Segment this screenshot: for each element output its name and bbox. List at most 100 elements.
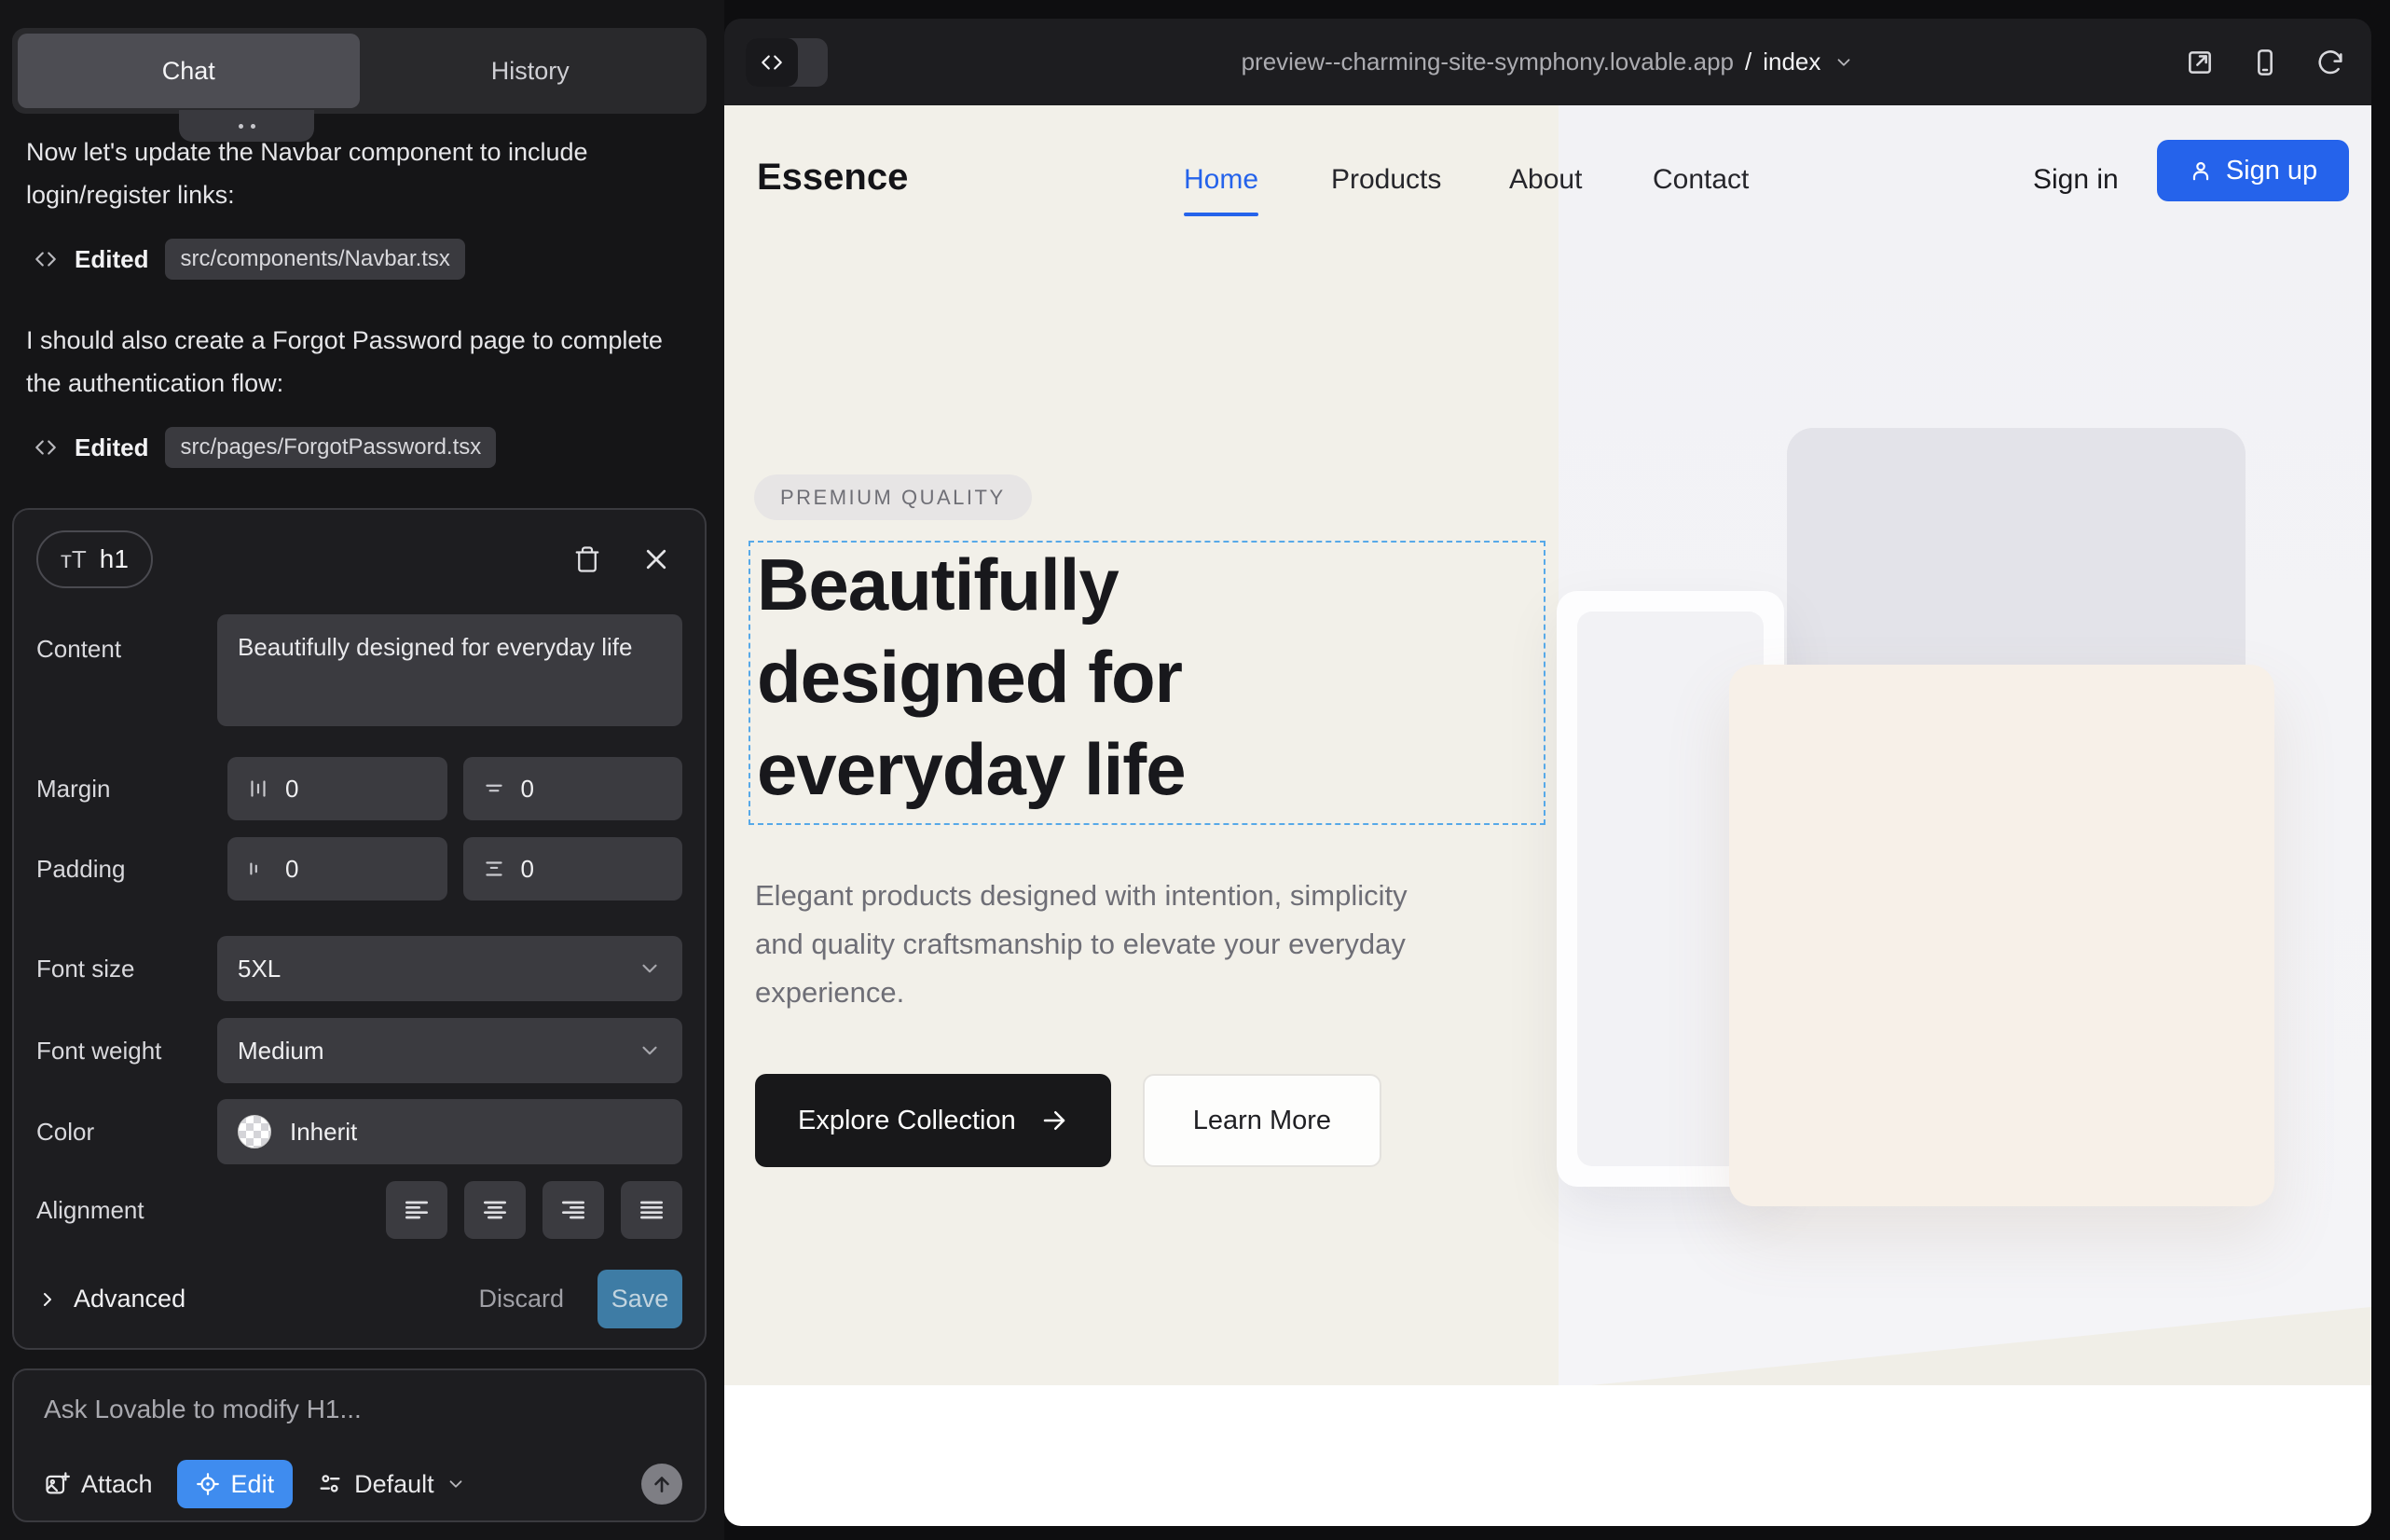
chevron-down-icon	[446, 1474, 466, 1494]
close-editor-button[interactable]	[630, 533, 682, 585]
font-weight-select[interactable]: Medium	[217, 1018, 682, 1083]
tab-chat[interactable]: Chat	[18, 34, 360, 108]
align-center-icon	[480, 1195, 510, 1225]
font-weight-value: Medium	[238, 1037, 323, 1066]
explore-collection-label: Explore Collection	[798, 1106, 1016, 1136]
arrow-up-icon	[650, 1472, 674, 1496]
color-swatch	[238, 1115, 271, 1148]
close-icon	[642, 545, 670, 573]
align-center-button[interactable]	[464, 1181, 526, 1239]
refresh-button[interactable]	[2315, 48, 2345, 77]
site-navbar: Essence Home Products About Contact Sign…	[724, 140, 2371, 224]
element-tag: h1	[100, 544, 129, 574]
attach-button[interactable]: Attach	[44, 1470, 153, 1499]
delete-element-button[interactable]	[561, 533, 613, 585]
learn-more-button[interactable]: Learn More	[1143, 1074, 1381, 1167]
mode-select[interactable]: Default	[317, 1470, 466, 1499]
user-icon	[2189, 158, 2213, 183]
align-right-icon	[558, 1195, 588, 1225]
chat-sidebar: Chat History Now let's update the Navbar…	[0, 0, 724, 1540]
code-icon	[34, 435, 58, 460]
padding-x-input[interactable]: 0	[227, 837, 447, 901]
color-select[interactable]: Inherit	[217, 1099, 682, 1164]
margin-horizontal-icon	[246, 777, 270, 801]
save-button[interactable]: Save	[598, 1270, 682, 1328]
target-icon	[196, 1472, 220, 1496]
font-size-select[interactable]: 5XL	[217, 936, 682, 1001]
assistant-message: I should also create a Forgot Password p…	[26, 319, 694, 405]
padding-y-input[interactable]: 0	[463, 837, 683, 901]
sign-up-label: Sign up	[2226, 156, 2317, 186]
edited-file-row[interactable]: Edited src/pages/ForgotPassword.tsx	[34, 427, 496, 468]
edit-label: Edit	[231, 1470, 275, 1499]
hero-paragraph: Elegant products designed with intention…	[755, 872, 1408, 1017]
external-link-icon	[2185, 48, 2215, 77]
font-weight-label: Font weight	[36, 1037, 217, 1066]
code-icon	[34, 247, 58, 271]
padding-vertical-icon	[482, 857, 506, 881]
file-chip[interactable]: src/pages/ForgotPassword.tsx	[165, 427, 496, 468]
nav-link-home[interactable]: Home	[1184, 164, 1258, 196]
edit-mode-button[interactable]: Edit	[177, 1460, 294, 1508]
open-external-button[interactable]	[2185, 48, 2215, 77]
hero-heading: Beautifully designed for everyday life	[757, 539, 1186, 816]
tab-history[interactable]: History	[360, 34, 702, 108]
discard-button[interactable]: Discard	[478, 1285, 564, 1313]
sliders-icon	[317, 1471, 343, 1497]
chevron-down-icon	[638, 1038, 662, 1063]
type-icon: тT	[61, 545, 87, 574]
align-justify-button[interactable]	[621, 1181, 682, 1239]
chat-input[interactable]	[44, 1395, 659, 1424]
site-logo[interactable]: Essence	[757, 157, 908, 199]
nav-link-products[interactable]: Products	[1331, 164, 1441, 196]
assistant-message: Now let's update the Navbar component to…	[26, 131, 694, 216]
margin-y-value: 0	[521, 775, 534, 804]
align-right-button[interactable]	[543, 1181, 604, 1239]
align-left-button[interactable]	[386, 1181, 447, 1239]
color-value: Inherit	[290, 1118, 357, 1147]
align-left-icon	[402, 1195, 432, 1225]
url-bar[interactable]: preview--charming-site-symphony.lovable.…	[724, 19, 2371, 105]
hero-card-beige	[1729, 665, 2274, 1206]
mode-label: Default	[354, 1470, 434, 1499]
nav-link-contact[interactable]: Contact	[1653, 164, 1749, 196]
preview-pane: preview--charming-site-symphony.lovable.…	[724, 19, 2371, 1526]
chevron-down-icon	[1834, 52, 1854, 73]
color-label: Color	[36, 1118, 217, 1147]
chevron-down-icon	[638, 956, 662, 981]
element-editor-panel: тT h1 Content Beautifully designed for e…	[12, 508, 707, 1350]
send-button[interactable]	[641, 1464, 682, 1505]
margin-y-input[interactable]: 0	[463, 757, 683, 820]
mobile-view-button[interactable]	[2250, 48, 2280, 77]
nav-link-about[interactable]: About	[1509, 164, 1582, 196]
arrow-right-icon	[1040, 1107, 1068, 1134]
sign-in-link[interactable]: Sign in	[2033, 164, 2119, 196]
padding-x-value: 0	[285, 855, 298, 884]
advanced-label: Advanced	[74, 1285, 185, 1313]
file-chip[interactable]: src/components/Navbar.tsx	[165, 239, 464, 280]
url-path: index	[1763, 48, 1820, 76]
hero-section: Essence Home Products About Contact Sign…	[724, 105, 2371, 1385]
advanced-toggle[interactable]: Advanced	[36, 1285, 185, 1313]
editor-header: тT h1	[36, 530, 682, 588]
selected-h1-outline[interactable]: Beautifully designed for everyday life	[749, 541, 1545, 825]
padding-y-value: 0	[521, 855, 534, 884]
url-domain: preview--charming-site-symphony.lovable.…	[1242, 48, 1734, 76]
edited-file-row[interactable]: Edited src/components/Navbar.tsx	[34, 239, 465, 280]
element-tag-pill[interactable]: тT h1	[36, 530, 153, 588]
preview-browser-bar: preview--charming-site-symphony.lovable.…	[724, 19, 2371, 105]
padding-horizontal-icon	[246, 857, 270, 881]
sign-up-button[interactable]: Sign up	[2157, 140, 2349, 201]
premium-quality-badge: PREMIUM QUALITY	[754, 474, 1032, 520]
content-input[interactable]: Beautifully designed for everyday life	[217, 614, 682, 726]
margin-x-input[interactable]: 0	[227, 757, 447, 820]
margin-x-value: 0	[285, 775, 298, 804]
trash-icon	[573, 545, 601, 573]
attach-image-icon	[44, 1471, 70, 1497]
edited-label: Edited	[75, 433, 148, 462]
explore-collection-button[interactable]: Explore Collection	[755, 1074, 1111, 1167]
attach-label: Attach	[81, 1470, 153, 1499]
mobile-phone-icon	[2250, 48, 2280, 77]
alignment-label: Alignment	[36, 1196, 227, 1225]
margin-vertical-icon	[482, 777, 506, 801]
